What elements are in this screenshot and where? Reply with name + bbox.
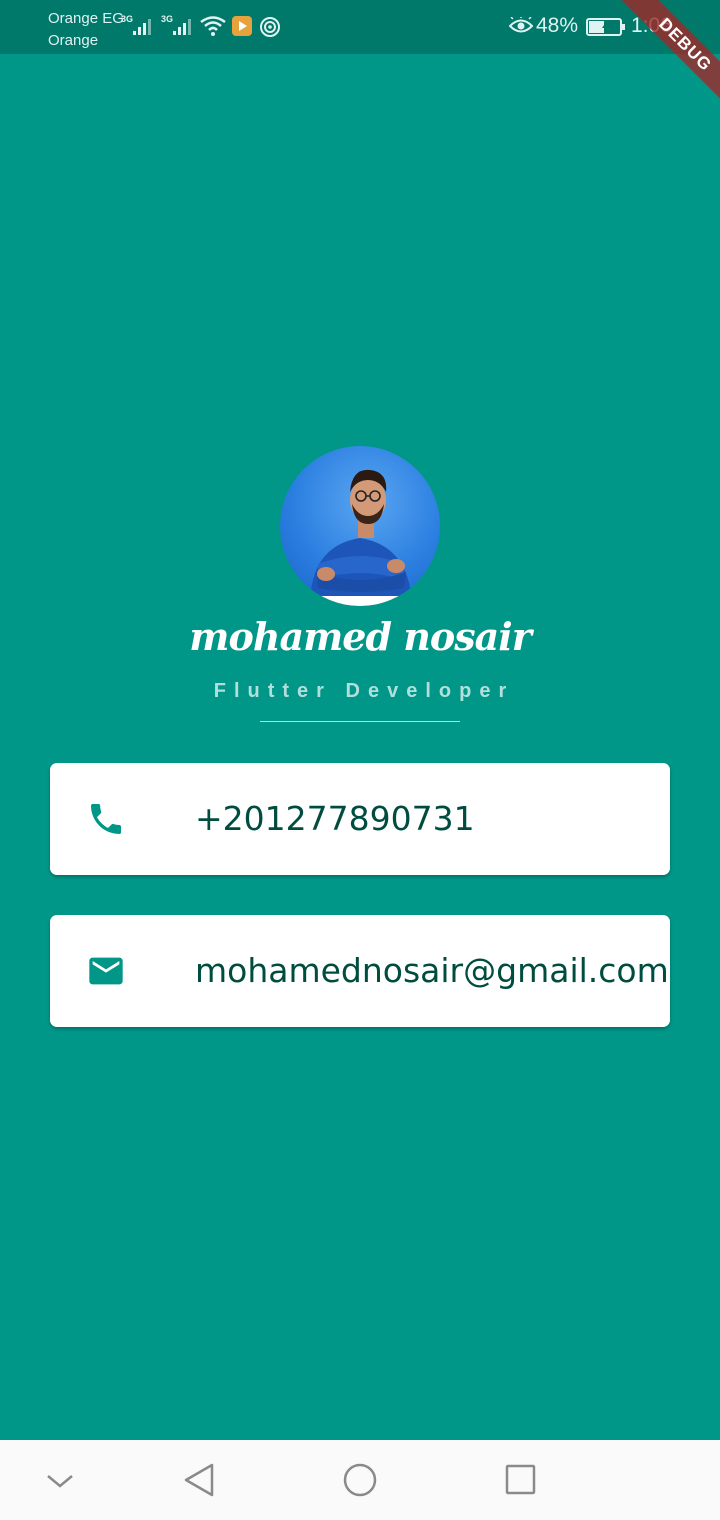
battery-percent: 48% bbox=[536, 14, 579, 37]
phone-icon bbox=[91, 804, 121, 834]
wifi-icon bbox=[200, 16, 226, 36]
app-notification-icon bbox=[232, 16, 252, 36]
profile-name: mohamed nosair bbox=[189, 614, 531, 659]
carrier-secondary: Orange bbox=[48, 32, 99, 49]
collapse-icon[interactable] bbox=[40, 1462, 80, 1498]
eye-comfort-icon bbox=[509, 17, 533, 33]
status-bar: Orange EG Orange 3G 3G 48% bbox=[0, 0, 720, 54]
carrier-info: Orange EG Orange bbox=[48, 8, 124, 52]
battery-icon bbox=[586, 18, 625, 36]
phone-card[interactable]: +201277890731 bbox=[50, 763, 670, 875]
email-card[interactable]: mohamednosair@gmail.com bbox=[50, 915, 670, 1027]
home-icon[interactable] bbox=[340, 1462, 380, 1498]
mail-icon bbox=[89, 957, 123, 985]
divider bbox=[260, 721, 460, 722]
carrier-primary: Orange EG bbox=[48, 10, 124, 27]
email-address: mohamednosair@gmail.com bbox=[195, 951, 669, 990]
avatar bbox=[280, 446, 440, 606]
recents-icon[interactable] bbox=[500, 1462, 540, 1498]
system-nav-bar bbox=[0, 1440, 720, 1520]
profile-title: Flutter Developer bbox=[213, 680, 515, 702]
avatar-photo bbox=[280, 469, 440, 606]
back-icon[interactable] bbox=[180, 1462, 220, 1498]
phone-number: +201277890731 bbox=[195, 799, 475, 838]
hotspot-icon bbox=[260, 17, 280, 37]
